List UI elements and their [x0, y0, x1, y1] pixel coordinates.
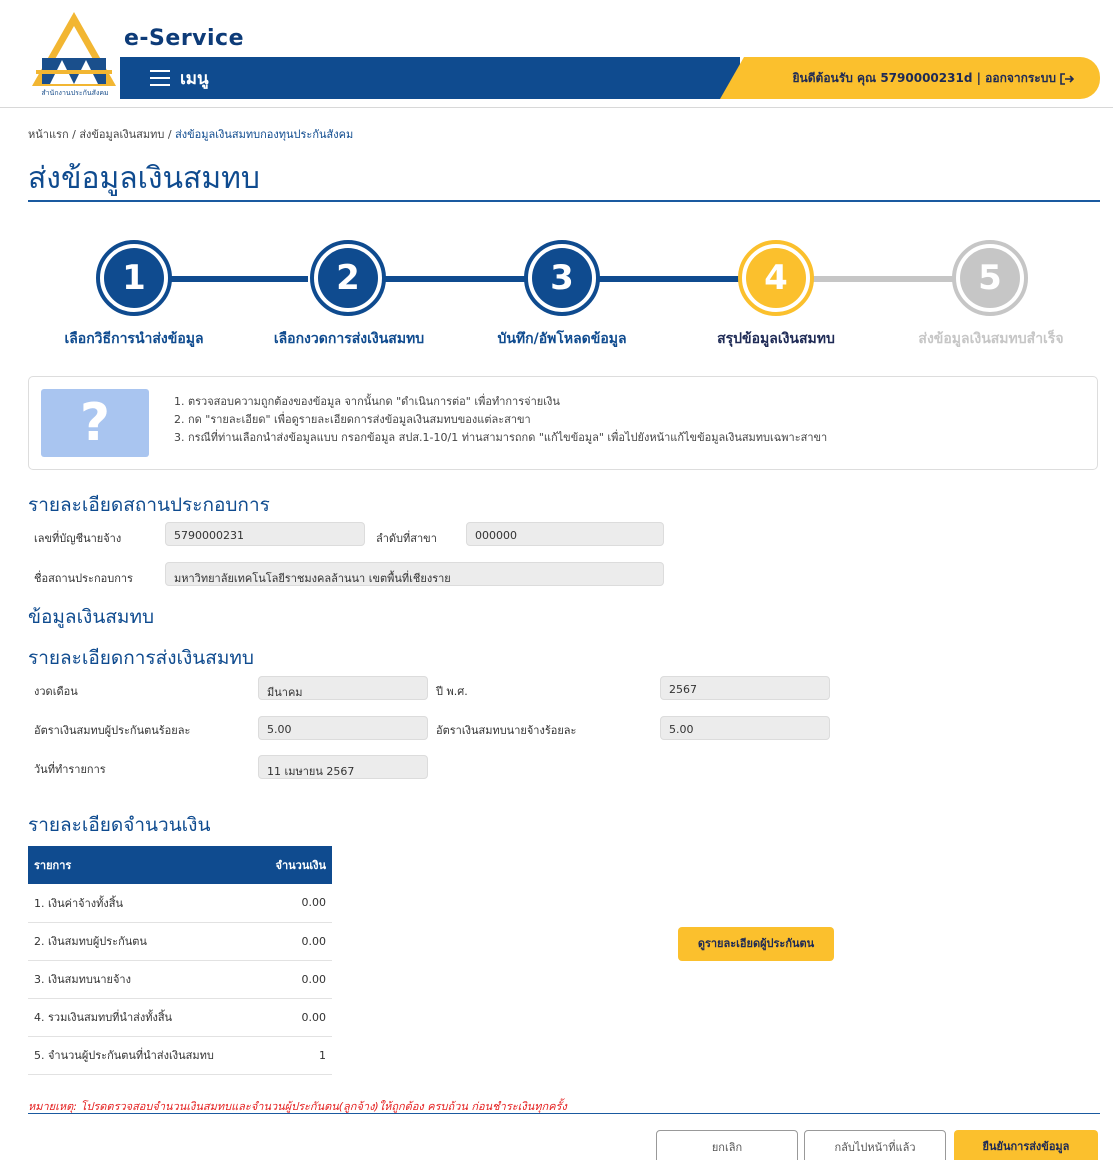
step-connector-3-4	[588, 276, 748, 282]
row-amount: 0.00	[257, 998, 332, 1037]
cancel-button[interactable]: ยกเลิก	[656, 1130, 798, 1160]
establishment-name-label: ชื่อสถานประกอบการ	[34, 572, 133, 585]
step-1-number: 1	[104, 248, 164, 308]
progress-stepper: 1 2 3 4 5 เลือกวิธีการนำส่งข้อมูล เลือกง…	[28, 236, 1100, 356]
branch-label: ลำดับที่สาขา	[376, 532, 437, 545]
employer-rate-field: 5.00	[660, 716, 830, 740]
contribution-section-title: ข้อมูลเงินสมทบ	[28, 606, 155, 628]
row-amount: 0.00	[257, 884, 332, 923]
row-amount: 1	[257, 1036, 332, 1075]
header-divider	[0, 107, 1113, 108]
brand-title: e-Service	[124, 26, 245, 51]
step-2-label: เลือกงวดการส่งเงินสมทบ	[273, 331, 425, 347]
branch-field: 000000	[466, 522, 664, 546]
step-4-label: สรุปข้อมูลเงินสมทบ	[717, 331, 835, 347]
year-label: ปี พ.ศ.	[436, 685, 468, 698]
row-amount: 0.00	[257, 960, 332, 999]
menu-button[interactable]: เมนู	[150, 65, 209, 91]
period-field: มีนาคม	[258, 676, 428, 700]
hamburger-icon	[150, 70, 170, 86]
view-insured-button[interactable]: ดูรายละเอียดผู้ประกันตน	[678, 927, 834, 961]
table-row: 3. เงินสมทบนายจ้าง 0.00	[28, 960, 332, 999]
title-divider	[28, 200, 1100, 202]
site-header: สำนักงานประกันสังคม e-Service เมนู ยินดี…	[0, 0, 1113, 110]
year-field: 2567	[660, 676, 830, 700]
step-4-number: 4	[746, 248, 806, 308]
bottom-divider	[28, 1113, 1100, 1114]
instruction-line-1: 1. ตรวจสอบความถูกต้องของข้อมูล จากนั้นกด…	[174, 395, 560, 408]
step-5-label: ส่งข้อมูลเงินสมทบสำเร็จ	[918, 331, 1064, 347]
table-row: 1. เงินค่าจ้างทั้งสิ้น 0.00	[28, 884, 332, 923]
step-connector-1-2	[148, 276, 308, 282]
breadcrumb: หน้าแรก / ส่งข้อมูลเงินสมทบ / ส่งข้อมูลเ…	[28, 128, 354, 141]
table-row: 2. เงินสมทบผู้ประกันตน 0.00	[28, 922, 332, 961]
establishment-section-title: รายละเอียดสถานประกอบการ	[28, 494, 270, 516]
table-header-row: รายการ จำนวนเงิน	[28, 846, 332, 884]
step-3-label: บันทึก/อัพโหลดข้อมูล	[497, 331, 627, 347]
row-item: 4. รวมเงินสมทบที่นำส่งทั้งสิ้น	[28, 998, 258, 1037]
welcome-text[interactable]: ยินดีต้อนรับ คุณ 5790000231d | ออกจากระบ…	[793, 69, 1056, 88]
col-item-header: รายการ	[28, 846, 258, 884]
submission-section-title: รายละเอียดการส่งเงินสมทบ	[28, 647, 254, 669]
transaction-date-field: 11 เมษายน 2567	[258, 755, 428, 779]
establishment-name-field: มหาวิทยาลัยเทคโนโลยีราชมงคลล้านนา เขตพื้…	[165, 562, 664, 586]
col-amount-header: จำนวนเงิน	[257, 846, 332, 884]
breadcrumb-home[interactable]: หน้าแรก	[28, 128, 69, 141]
amounts-table: รายการ จำนวนเงิน 1. เงินค่าจ้างทั้งสิ้น 0…	[28, 846, 332, 1075]
page-title: ส่งข้อมูลเงินสมทบ	[28, 161, 260, 196]
table-row: 5. จำนวนผู้ประกันตนที่นำส่งเงินสมทบ 1	[28, 1036, 332, 1075]
step-connector-2-3	[368, 276, 528, 282]
step-5-circle: 5	[952, 240, 1028, 316]
row-item: 2. เงินสมทบผู้ประกันตน	[28, 922, 258, 961]
table-row: 4. รวมเงินสมทบที่นำส่งทั้งสิ้น 0.00	[28, 998, 332, 1037]
instructions-box: ? 1. ตรวจสอบความถูกต้องของข้อมูล จากนั้น…	[28, 376, 1098, 470]
step-1-label: เลือกวิธีการนำส่งข้อมูล	[64, 331, 204, 347]
navbar-blue-section	[120, 57, 740, 99]
step-4-circle: 4	[738, 240, 814, 316]
row-amount: 0.00	[257, 922, 332, 961]
row-item: 1. เงินค่าจ้างทั้งสิ้น	[28, 884, 258, 923]
step-3-circle: 3	[524, 240, 600, 316]
insured-rate-field: 5.00	[258, 716, 428, 740]
back-button[interactable]: กลับไปหน้าที่แล้ว	[804, 1130, 946, 1160]
step-2-number: 2	[318, 248, 378, 308]
instructions-text: 1. ตรวจสอบความถูกต้องของข้อมูล จากนั้นกด…	[174, 393, 827, 447]
welcome-logout[interactable]: ยินดีต้อนรับ คุณ 5790000231d | ออกจากระบ…	[793, 69, 1074, 88]
step-2-circle: 2	[310, 240, 386, 316]
account-label: เลขที่บัญชีนายจ้าง	[34, 532, 122, 545]
step-5-number: 5	[960, 248, 1020, 308]
period-label: งวดเดือน	[34, 685, 78, 698]
menu-label: เมนู	[180, 68, 209, 89]
step-1-circle: 1	[96, 240, 172, 316]
account-field: 5790000231	[165, 522, 365, 546]
amounts-section-title: รายละเอียดจำนวนเงิน	[28, 814, 211, 836]
top-navbar: เมนู ยินดีต้อนรับ คุณ 5790000231d | ออกจ…	[120, 57, 1100, 99]
instruction-line-3: 3. กรณีที่ท่านเลือกนำส่งข้อมูลแบบ กรอกข้…	[174, 431, 828, 444]
transaction-date-label: วันที่ทำรายการ	[34, 763, 106, 776]
logout-icon[interactable]	[1060, 72, 1074, 85]
row-item: 5. จำนวนผู้ประกันตนที่นำส่งเงินสมทบ	[28, 1036, 258, 1075]
breadcrumb-level2[interactable]: ส่งข้อมูลเงินสมทบ	[79, 128, 164, 141]
question-icon: ?	[41, 389, 149, 457]
confirm-submit-button[interactable]: ยืนยันการส่งข้อมูล	[954, 1130, 1098, 1160]
row-item: 3. เงินสมทบนายจ้าง	[28, 960, 258, 999]
logo-caption: สำนักงานประกันสังคม	[30, 88, 120, 99]
insured-rate-label: อัตราเงินสมทบผู้ประกันตนร้อยละ	[34, 724, 191, 737]
step-3-number: 3	[532, 248, 592, 308]
employer-rate-label: อัตราเงินสมทบนายจ้างร้อยละ	[436, 724, 577, 737]
breadcrumb-current: ส่งข้อมูลเงินสมทบกองทุนประกันสังคม	[175, 128, 354, 141]
instruction-line-2: 2. กด "รายละเอียด" เพื่อดูรายละเอียดการส…	[174, 413, 531, 426]
